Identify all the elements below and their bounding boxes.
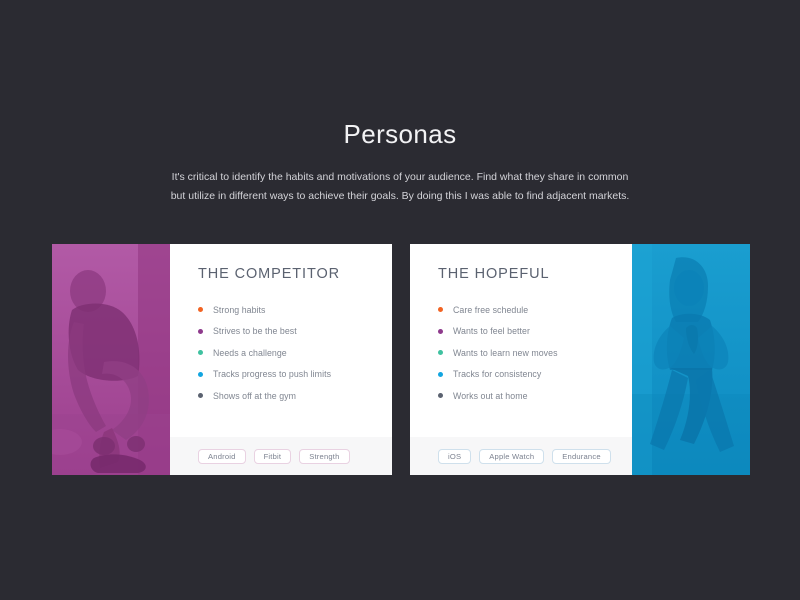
personas-page: Personas It's critical to identify the h… [0, 0, 800, 600]
card-body-hopeful: THE HOPEFUL Care free schedule Wants to … [410, 244, 632, 475]
card-body-competitor: THE COMPETITOR Strong habits Strives to … [170, 244, 392, 475]
card-footer-hopeful: iOS Apple Watch Endurance [410, 437, 632, 475]
trait-label: Tracks for consistency [453, 369, 542, 380]
trait-label: Works out at home [453, 390, 528, 401]
bullet-dot-icon [438, 393, 443, 399]
trait-label: Tracks progress to push limits [213, 369, 332, 380]
trait-list-competitor: Strong habits Strives to be the best Nee… [198, 299, 392, 407]
card-title-hopeful: THE HOPEFUL [438, 266, 550, 282]
tag-pill[interactable]: Apple Watch [479, 448, 545, 464]
bullet-dot-icon [198, 393, 203, 399]
bullet-dot-icon [438, 350, 443, 356]
card-title-competitor: THE COMPETITOR [198, 266, 341, 282]
tag-pill[interactable]: Endurance [552, 448, 611, 464]
trait-label: Needs a challenge [213, 347, 287, 358]
trait-label: Shows off at the gym [213, 390, 296, 401]
persona-card-competitor[interactable]: THE COMPETITOR Strong habits Strives to … [52, 244, 392, 475]
persona-card-hopeful[interactable]: THE HOPEFUL Care free schedule Wants to … [410, 244, 750, 475]
page-title: Personas [343, 119, 457, 149]
list-item: Works out at home [438, 385, 632, 407]
tag-pill[interactable]: Strength [299, 448, 350, 464]
bullet-dot-icon [438, 307, 443, 313]
list-item: Tracks progress to push limits [198, 364, 392, 386]
list-item: Wants to learn new moves [438, 342, 632, 364]
list-item: Strong habits [198, 299, 392, 321]
bullet-dot-icon [438, 371, 443, 377]
persona-cards-row: THE COMPETITOR Strong habits Strives to … [52, 244, 750, 475]
bullet-dot-icon [198, 371, 203, 377]
bullet-dot-icon [198, 328, 203, 334]
list-item: Needs a challenge [198, 342, 392, 364]
trait-label: Care free schedule [453, 304, 529, 315]
trait-label: Wants to feel better [453, 326, 530, 337]
card-main-competitor: THE COMPETITOR Strong habits Strives to … [170, 244, 392, 437]
list-item: Wants to feel better [438, 321, 632, 343]
bullet-dot-icon [198, 307, 203, 313]
card-main-hopeful: THE HOPEFUL Care free schedule Wants to … [410, 244, 632, 437]
trait-label: Strong habits [213, 304, 266, 315]
tag-pill[interactable]: Android [198, 448, 246, 464]
list-item: Care free schedule [438, 299, 632, 321]
woman-yoga-pose-photo [632, 244, 750, 475]
tag-pill[interactable]: iOS [438, 448, 472, 464]
bullet-dot-icon [198, 350, 203, 356]
trait-label: Strives to be the best [213, 326, 297, 337]
bullet-dot-icon [438, 328, 443, 334]
page-header: Personas It's critical to identify the h… [0, 118, 800, 206]
list-item: Strives to be the best [198, 321, 392, 343]
trait-list-hopeful: Care free schedule Wants to feel better … [438, 299, 632, 407]
athlete-tying-shoe-photo [52, 244, 170, 475]
list-item: Tracks for consistency [438, 364, 632, 386]
list-item: Shows off at the gym [198, 385, 392, 407]
tag-pill[interactable]: Fitbit [253, 448, 292, 464]
card-footer-competitor: Android Fitbit Strength [170, 437, 392, 475]
trait-label: Wants to learn new moves [453, 347, 558, 358]
page-description: It's critical to identify the habits and… [170, 171, 630, 202]
